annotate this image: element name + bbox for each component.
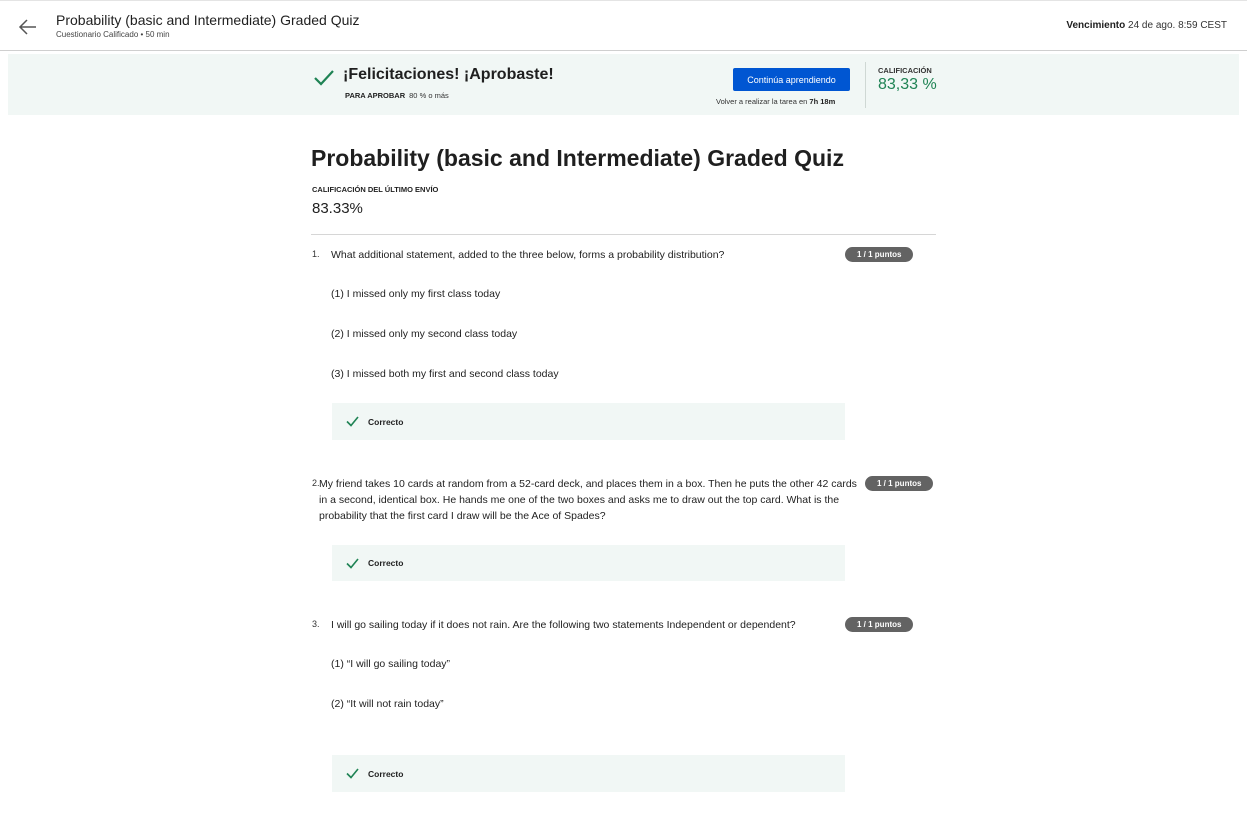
feedback-correct: Correcto [332, 755, 845, 792]
pass-value: 80 % o más [409, 91, 449, 100]
check-icon [346, 767, 359, 780]
due-date: Vencimiento 24 de ago. 8:59 CEST [1066, 20, 1227, 31]
answer-option: (2) I missed only my second class today [331, 328, 518, 340]
answer-option: (2) “It will not rain today” [331, 698, 444, 710]
grade-value: 83,33 % [878, 76, 937, 93]
points-badge: 1 / 1 puntos [865, 476, 934, 491]
page-title: Probability (basic and Intermediate) Gra… [56, 12, 360, 28]
points-badge: 1 / 1 puntos [845, 617, 914, 632]
due-label: Vencimiento [1066, 20, 1126, 31]
pass-label: PARA APROBAR [345, 91, 406, 100]
congrats-message: ¡Felicitaciones! ¡Aprobaste! [343, 66, 554, 83]
divider [865, 62, 866, 108]
feedback-label: Correcto [368, 417, 404, 427]
result-banner: ¡Felicitaciones! ¡Aprobaste! PARA APROBA… [8, 54, 1239, 115]
grade-label: CALIFICACIÓN [878, 66, 932, 75]
continue-learning-button[interactable]: Continúa aprendiendo [733, 68, 850, 91]
answer-option: (1) “I will go sailing today” [331, 658, 451, 670]
quiz-title: Probability (basic and Intermediate) Gra… [311, 145, 844, 171]
back-arrow-icon[interactable] [16, 15, 40, 39]
top-bar: Probability (basic and Intermediate) Gra… [0, 0, 1247, 51]
divider [311, 234, 936, 235]
page-subtitle: Cuestionario Calificado • 50 min [56, 30, 170, 39]
question-number: 1. [312, 249, 320, 259]
feedback-correct: Correcto [332, 545, 845, 581]
retry-prefix: Volver a realizar la tarea en [716, 97, 808, 106]
feedback-label: Correcto [368, 558, 404, 568]
retry-timer: Volver a realizar la tarea en 7h 18m [716, 97, 835, 106]
check-icon [346, 557, 359, 570]
feedback-correct: Correcto [332, 403, 845, 440]
question-text: I will go sailing today if it does not r… [331, 619, 796, 631]
question-text: What additional statement, added to the … [331, 249, 725, 261]
question-text: My friend takes 10 cards at random from … [319, 478, 857, 522]
answer-option: (3) I missed both my first and second cl… [331, 368, 559, 380]
points-badge: 1 / 1 puntos [845, 247, 914, 262]
last-submission-value: 83.33% [312, 200, 363, 217]
answer-option: (1) I missed only my first class today [331, 288, 501, 300]
due-value: 24 de ago. 8:59 CEST [1128, 20, 1227, 31]
last-submission-label: CALIFICACIÓN DEL ÚLTIMO ENVÍO [312, 185, 439, 194]
feedback-label: Correcto [368, 769, 404, 779]
check-icon [313, 67, 335, 89]
question-number: 3. [312, 619, 320, 629]
retry-time: 7h 18m [809, 97, 836, 106]
check-icon [346, 415, 359, 428]
pass-requirement: PARA APROBAR 80 % o más [345, 91, 449, 100]
